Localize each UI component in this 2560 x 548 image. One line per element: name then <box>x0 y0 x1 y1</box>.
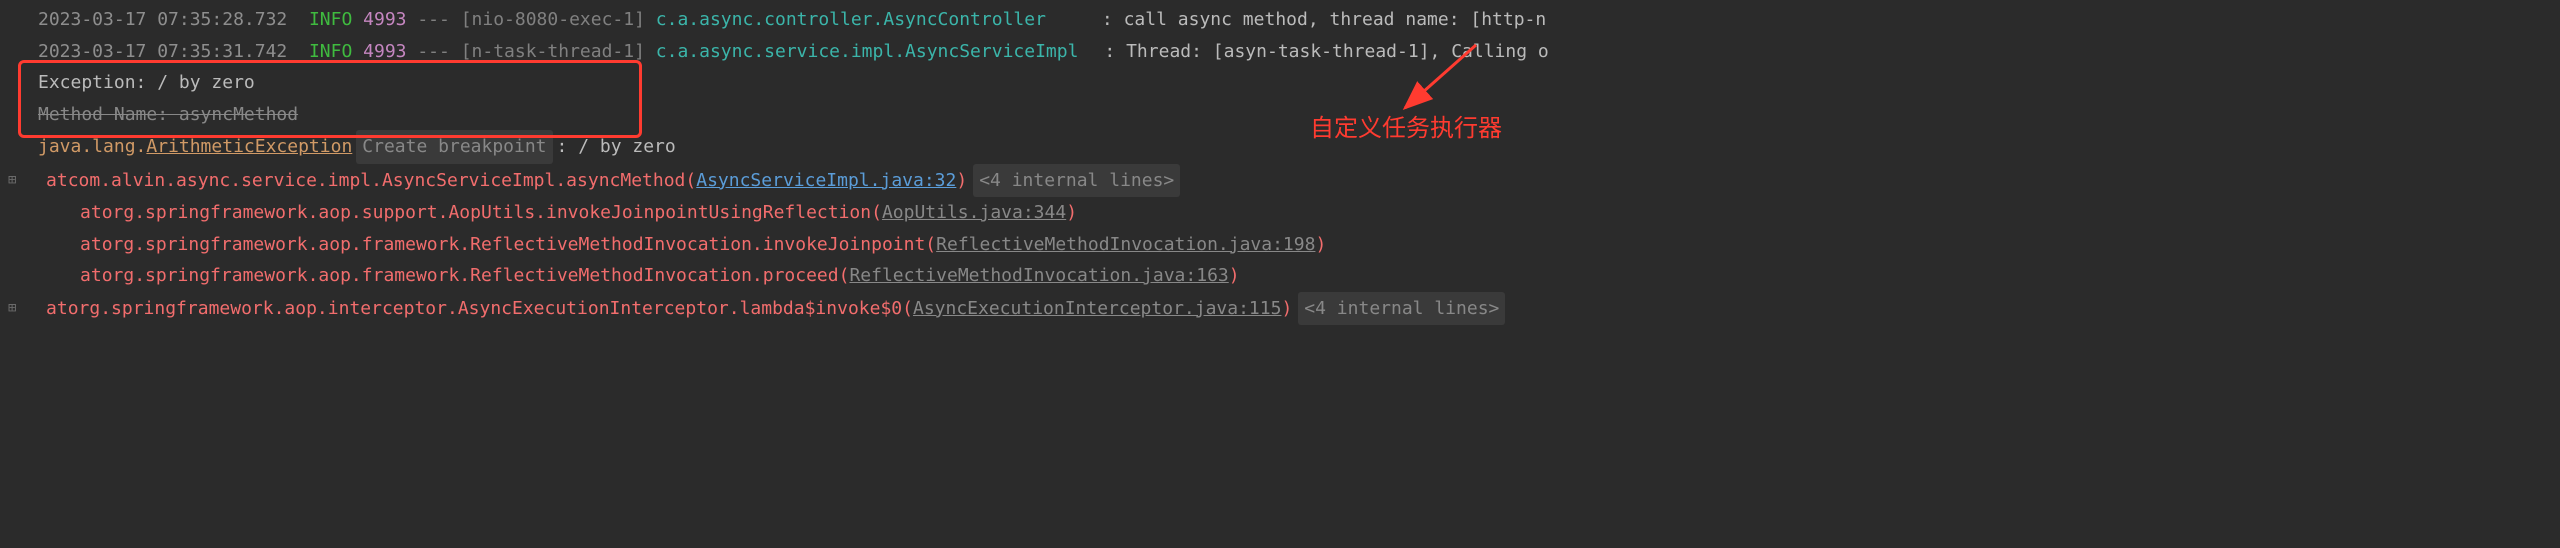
source-link[interactable]: AsyncServiceImpl.java:32 <box>696 165 956 197</box>
timestamp: 2023-03-17 07:35:28.732 <box>38 4 287 36</box>
expand-icon[interactable]: ⊞ <box>8 296 34 321</box>
stack-at: at <box>38 229 102 261</box>
stack-frame: ⊞ at com.alvin.async.service.impl.AsyncS… <box>0 164 2560 198</box>
separator: --- <box>417 4 450 36</box>
source-link[interactable]: AsyncExecutionInterceptor.java:115 <box>913 293 1281 325</box>
stack-frame: at org.springframework.aop.framework.Ref… <box>0 260 2560 292</box>
separator: --- <box>417 36 450 68</box>
method-name-line: Method Name: asyncMethod <box>0 99 2560 131</box>
stack-at: at <box>38 197 102 229</box>
stack-frame: ⊞ at org.springframework.aop.interceptor… <box>0 292 2560 326</box>
exception-text-line: Exception: / by zero <box>0 67 2560 99</box>
exception-text: Exception: / by zero <box>38 67 255 99</box>
exception-header: java.lang.ArithmeticException Create bre… <box>0 130 2560 164</box>
exception-message: : / by zero <box>557 131 676 163</box>
source-link[interactable]: AopUtils.java:344 <box>882 197 1066 229</box>
logger-name: c.a.async.service.impl.AsyncServiceImpl <box>656 36 1079 68</box>
stack-method: org.springframework.aop.support.AopUtils… <box>102 197 871 229</box>
stack-at: at <box>34 293 68 325</box>
log-message: : call async method, thread name: [http-… <box>1102 4 1546 36</box>
exception-class-link[interactable]: ArithmeticException <box>146 131 352 163</box>
logger-name: c.a.async.controller.AsyncController <box>656 4 1046 36</box>
internal-lines-badge[interactable]: <4 internal lines> <box>1298 292 1505 326</box>
stack-at: at <box>34 165 68 197</box>
annotation-label: 自定义任务执行器 <box>1310 108 1502 150</box>
log-entry: 2023-03-17 07:35:28.732 INFO 4993 --- [n… <box>0 4 2560 36</box>
stack-at: at <box>38 260 102 292</box>
log-message: : Thread: [asyn-task-thread-1], Calling … <box>1104 36 1548 68</box>
stack-method: com.alvin.async.service.impl.AsyncServic… <box>68 165 686 197</box>
exception-package: java.lang. <box>38 131 146 163</box>
stack-method: org.springframework.aop.framework.Reflec… <box>102 229 926 261</box>
source-link[interactable]: ReflectiveMethodInvocation.java:163 <box>849 260 1228 292</box>
pid: 4993 <box>363 36 406 68</box>
source-link[interactable]: ReflectiveMethodInvocation.java:198 <box>936 229 1315 261</box>
thread-name: [n-task-thread-1] <box>461 36 645 68</box>
log-entry: 2023-03-17 07:35:31.742 INFO 4993 --- [n… <box>0 36 2560 68</box>
log-level: INFO <box>309 36 352 68</box>
stack-frame: at org.springframework.aop.support.AopUt… <box>0 197 2560 229</box>
expand-icon[interactable]: ⊞ <box>8 168 34 193</box>
internal-lines-badge[interactable]: <4 internal lines> <box>973 164 1180 198</box>
pid: 4993 <box>363 4 406 36</box>
stack-frame: at org.springframework.aop.framework.Ref… <box>0 229 2560 261</box>
stack-method: org.springframework.aop.framework.Reflec… <box>102 260 839 292</box>
log-level: INFO <box>309 4 352 36</box>
console-log-panel: 2023-03-17 07:35:28.732 INFO 4993 --- [n… <box>0 0 2560 329</box>
timestamp: 2023-03-17 07:35:31.742 <box>38 36 287 68</box>
method-name-text: Method Name: asyncMethod <box>38 99 298 131</box>
create-breakpoint-badge[interactable]: Create breakpoint <box>356 130 552 164</box>
thread-name: [nio-8080-exec-1] <box>461 4 645 36</box>
stack-method: org.springframework.aop.interceptor.Asyn… <box>68 293 902 325</box>
